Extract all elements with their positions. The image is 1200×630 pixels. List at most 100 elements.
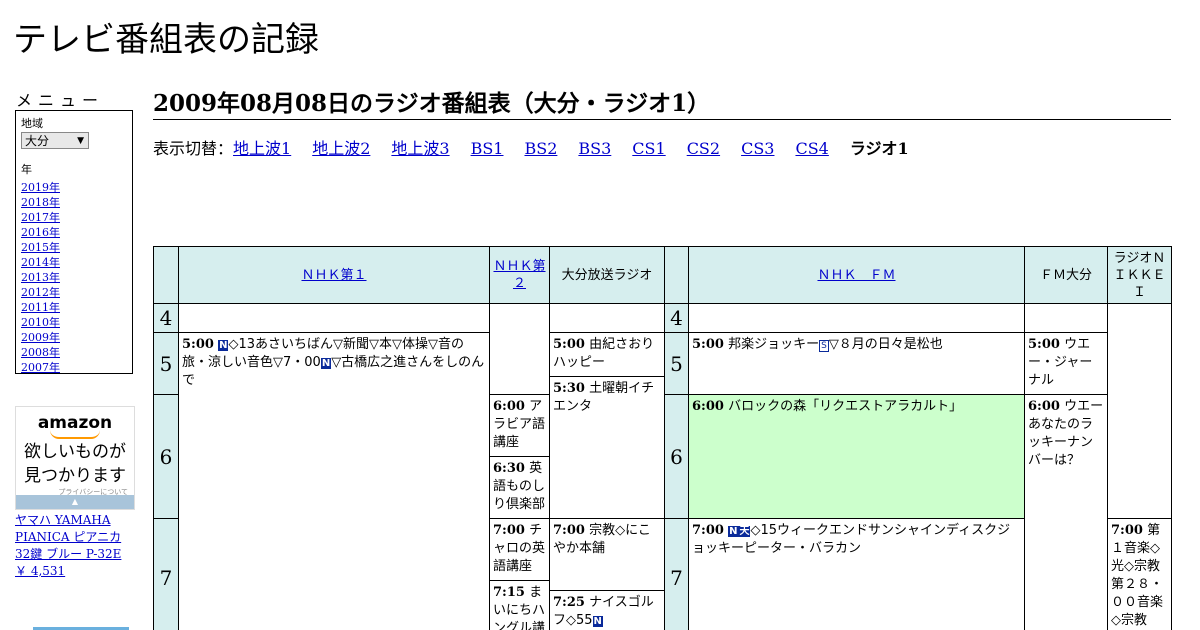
year-item: 2012年: [21, 285, 127, 300]
year-link-2019[interactable]: 2019年: [21, 181, 60, 194]
view-switcher: 表示切替：地上波1 地上波2 地上波3 BS1 BS2 BS3 CS1 CS2 CS3 CS4 ラジ…: [153, 135, 909, 159]
year-link-2013[interactable]: 2013年: [21, 271, 60, 284]
switch-link-cs2[interactable]: CS2: [687, 139, 720, 158]
program-nhk2-0700[interactable]: 7:00 チャロの英語講座: [489, 518, 550, 581]
switch-link-cs3[interactable]: CS3: [741, 139, 774, 158]
program-time: 5:00: [1028, 337, 1060, 352]
program-text: 第１音楽◇光◇宗教第２８・００音楽◇宗教: [1111, 523, 1164, 628]
switch-link-bs2[interactable]: BS2: [524, 139, 557, 158]
year-link-2014[interactable]: 2014年: [21, 256, 60, 269]
program-nhk1-0500[interactable]: 5:00 N◇13あさいちばん▽新聞▽本▽体操▽音の旅・涼しい音色▽7・00N▽…: [178, 332, 490, 630]
amazon-logo: amazon: [37, 413, 113, 433]
program-time: 6:00: [1028, 399, 1060, 414]
program-nhk2-0715[interactable]: 7:15 まいにちハングル講座: [489, 580, 550, 630]
menu-heading: メニュー: [16, 91, 105, 110]
year-item: 2013年: [21, 270, 127, 285]
program-nhk2-0630[interactable]: 6:30 英語ものしり倶楽部: [489, 456, 550, 519]
year-item: 2011年: [21, 300, 127, 315]
year-item: 2015年: [21, 240, 127, 255]
year-link-2009[interactable]: 2009年: [21, 331, 60, 344]
ad-collapse-bar[interactable]: ▲: [16, 495, 134, 509]
sidebar-menu: 地域 大分 ▼ 年 2019年 2018年 2017年 2016年 2015年 …: [15, 110, 133, 374]
program-text: 邦楽ジョッキー: [728, 337, 820, 352]
switch-link-bs3[interactable]: BS3: [578, 139, 611, 158]
program-time: 7:15: [493, 585, 525, 600]
region-label: 地域: [21, 117, 43, 130]
year-link-2010[interactable]: 2010年: [21, 316, 60, 329]
channel-header-nhk2: ＮＨＫ第２: [489, 246, 550, 304]
ad-tagline-2: 見つかります: [24, 466, 126, 486]
chevron-down-icon: ▼: [77, 136, 84, 146]
page-title: 2009年08月08日のラジオ番組表（大分・ラジオ1）: [153, 84, 1171, 120]
program-time: 7:00: [553, 523, 585, 538]
hour-label: 7: [664, 518, 689, 630]
year-list: 2019年 2018年 2017年 2016年 2015年 2014年 2013…: [21, 180, 127, 375]
hour-label: 4: [153, 303, 179, 333]
program-oita-0700[interactable]: 7:00 宗教◇にこやか本舗: [549, 518, 665, 591]
year-item: 2016年: [21, 225, 127, 240]
year-item: 2018年: [21, 195, 127, 210]
program-time: 5:30: [553, 381, 585, 396]
switch-link-chijo1[interactable]: 地上波1: [233, 139, 291, 158]
hour-label: 6: [664, 394, 689, 519]
product-price: ￥ 4,531: [15, 564, 66, 578]
news-mark-icon: N: [320, 358, 332, 369]
program-time: 5:00: [553, 337, 585, 352]
program-time: 6:00: [692, 399, 724, 414]
year-link-2012[interactable]: 2012年: [21, 286, 60, 299]
channel-header-nhk1: ＮＨＫ第１: [178, 246, 490, 304]
channel-header-nikkei: ラジオＮＩＫＫＥＩ: [1107, 246, 1172, 304]
news-mark-icon: N: [218, 340, 229, 351]
switch-link-cs4[interactable]: CS4: [795, 139, 828, 158]
hour-label: 7: [153, 518, 179, 630]
program-fm-0600[interactable]: 6:00 バロックの森「リクエストアラカルト」: [688, 394, 1025, 519]
year-item: 2008年: [21, 345, 127, 360]
channel-link-nhk1[interactable]: ＮＨＫ第１: [301, 267, 366, 284]
program-fm-0700[interactable]: 7:00 N 天◇15ウィークエンドサンシャインディスクジョッキーピーター・バラカ…: [688, 518, 1025, 630]
switch-link-chijo2[interactable]: 地上波2: [312, 139, 370, 158]
amazon-ad-banner[interactable]: amazon 欲しいものが 見つかります プライバシーについて ▲: [15, 406, 135, 510]
year-item: 2010年: [21, 315, 127, 330]
hour-label: 5: [664, 332, 689, 395]
program-fmoita-0600[interactable]: 6:00 ウエーあなたのラッキーナンバーは？: [1024, 394, 1108, 630]
header-hour-mid: [664, 246, 689, 304]
program-time: 7:25: [553, 595, 585, 610]
year-link-2008[interactable]: 2008年: [21, 346, 60, 359]
switch-link-chijo3[interactable]: 地上波3: [391, 139, 449, 158]
product-link[interactable]: ヤマハ YAMAHA PIANICA ピアニカ 32鍵 ブルー P-32E ￥ …: [15, 512, 140, 580]
year-link-2018[interactable]: 2018年: [21, 196, 60, 209]
year-item: 2009年: [21, 330, 127, 345]
year-link-2011[interactable]: 2011年: [21, 301, 60, 314]
program-text: ▽８月の日々是松也: [828, 337, 943, 352]
year-link-2017[interactable]: 2017年: [21, 211, 60, 224]
program-nhk2-0600[interactable]: 6:00 アラビア語講座: [489, 394, 550, 457]
program-oita-0530[interactable]: 5:30 土曜朝イチエンタ: [549, 376, 665, 519]
program-fmoita-0500[interactable]: 5:00 ウエー・ジャーナル: [1024, 332, 1108, 395]
product-name: ヤマハ YAMAHA PIANICA ピアニカ 32鍵 ブルー P-32E: [15, 513, 122, 561]
stereo-mark-icon: S: [819, 340, 829, 352]
schedule-grid: ＮＨＫ第１ ＮＨＫ第２ 大分放送ラジオ ＮＨＫ ＦＭ ＦＭ大分 ラジオＮＩＫＫＥ…: [153, 246, 1172, 630]
switch-link-bs1[interactable]: BS1: [471, 139, 504, 158]
year-link-2015[interactable]: 2015年: [21, 241, 60, 254]
channel-link-nhk-fm[interactable]: ＮＨＫ ＦＭ: [817, 267, 895, 284]
hour-label: 6: [153, 394, 179, 519]
switch-link-cs1[interactable]: CS1: [632, 139, 665, 158]
chevron-up-icon: ▲: [71, 497, 79, 506]
year-link-2007[interactable]: 2007年: [21, 361, 60, 374]
program-time: 5:00: [182, 337, 214, 352]
program-oita-0725[interactable]: 7:25 ナイスゴルフ◇55N: [549, 590, 665, 630]
year-link-2016[interactable]: 2016年: [21, 226, 60, 239]
program-text: バロックの森「リクエストアラカルト」: [728, 399, 963, 414]
weather-mark-icon: 天: [738, 526, 751, 537]
program-nikkei-0700[interactable]: 7:00 第１音楽◇光◇宗教第２８・００音楽◇宗教: [1107, 518, 1172, 630]
program-fm-0500[interactable]: 5:00 邦楽ジョッキー S ▽８月の日々是松也: [688, 332, 1025, 395]
channel-link-nhk2[interactable]: ＮＨＫ第２: [493, 258, 546, 292]
program-empty: [489, 303, 550, 395]
program-time: 6:30: [493, 461, 525, 476]
region-select[interactable]: 大分 ▼: [21, 132, 89, 149]
program-time: 5:00: [692, 337, 724, 352]
program-oita-0500[interactable]: 5:00 由紀さおりハッピー: [549, 332, 665, 377]
program-empty: [1024, 303, 1108, 333]
program-time: 7:00: [493, 523, 525, 538]
year-item: 2017年: [21, 210, 127, 225]
